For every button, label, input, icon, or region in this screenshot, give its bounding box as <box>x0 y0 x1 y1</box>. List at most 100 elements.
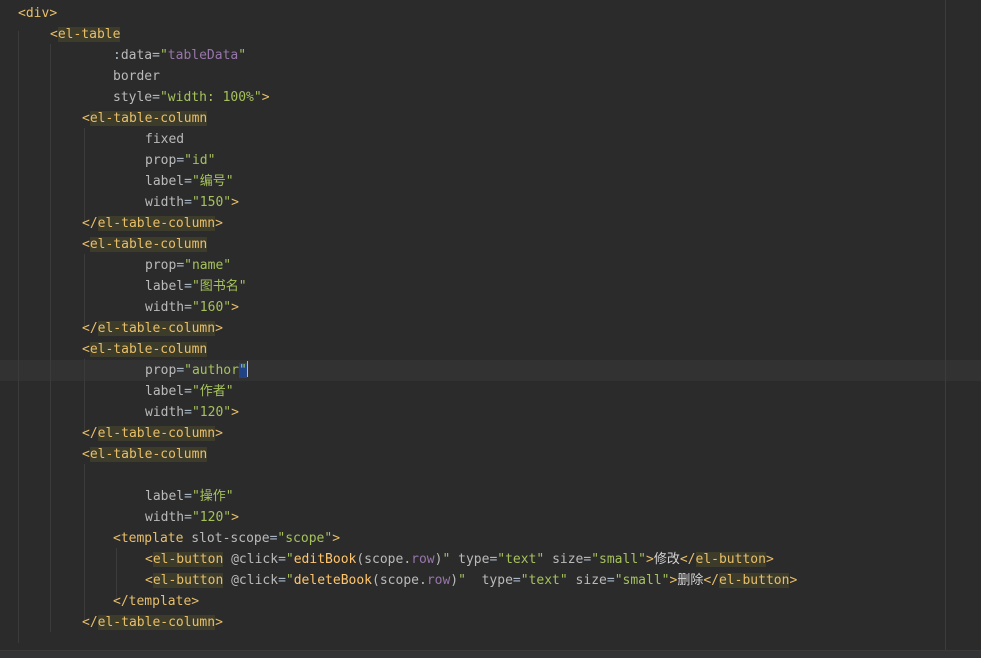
code-token: slot-scope <box>191 531 270 546</box>
code-token: @click <box>231 552 279 567</box>
code-token: </ <box>82 615 98 630</box>
code-line[interactable]: fixed <box>145 129 184 150</box>
code-line[interactable]: </el-table-column> <box>82 612 223 633</box>
code-line[interactable]: prop="id" <box>145 150 215 171</box>
code-token: "id" <box>184 153 216 168</box>
code-line[interactable]: width="120"> <box>145 507 239 528</box>
code-token: = <box>184 300 192 315</box>
code-token: row <box>426 573 451 588</box>
code-token: " <box>285 573 294 588</box>
code-token: el-button <box>152 573 224 588</box>
code-token: "图书名" <box>191 279 247 294</box>
code-token: "small" <box>591 552 646 567</box>
code-token: "120" <box>191 405 232 420</box>
code-token: template <box>128 594 192 609</box>
code-token: = <box>184 279 192 294</box>
code-token: " <box>238 48 247 63</box>
code-token: type <box>458 552 490 567</box>
indent-guide <box>18 31 19 643</box>
code-token: = <box>184 195 192 210</box>
code-line[interactable]: <el-table <box>50 24 121 45</box>
code-token: > <box>215 321 223 336</box>
code-token: border <box>113 69 160 84</box>
code-token: = <box>176 153 185 168</box>
code-line[interactable]: </el-table-column> <box>82 423 223 444</box>
code-token: > <box>215 615 223 630</box>
code-token: size <box>575 573 607 588</box>
code-line[interactable]: </el-table-column> <box>82 318 223 339</box>
code-token: @click <box>231 573 279 588</box>
code-line[interactable]: <div> <box>18 3 57 24</box>
code-line[interactable]: label="作者" <box>145 381 234 402</box>
code-token: = <box>184 489 192 504</box>
code-token: deleteBook <box>293 573 373 588</box>
code-token: = <box>184 384 192 399</box>
code-token: " <box>458 573 466 588</box>
code-token: > <box>231 300 239 315</box>
code-line[interactable]: <el-button @click="deleteBook(scope.row)… <box>145 570 797 591</box>
code-line[interactable]: <el-table-column <box>82 108 208 129</box>
code-token: = <box>184 174 192 189</box>
code-token: "160" <box>191 300 232 315</box>
horizontal-scrollbar[interactable] <box>0 650 981 658</box>
code-line[interactable]: prop="author" <box>145 360 248 381</box>
code-token: "name" <box>184 258 232 273</box>
code-line[interactable]: style="width: 100%"> <box>113 87 270 108</box>
code-token: "width: 100%" <box>159 90 262 105</box>
code-token: : <box>113 48 121 63</box>
code-line[interactable]: <el-table-column <box>82 339 208 360</box>
code-line[interactable]: <el-button @click="editBook(scope.row)" … <box>145 549 774 570</box>
code-line[interactable]: label="编号" <box>145 171 234 192</box>
code-token: = <box>512 573 521 588</box>
code-token: < <box>82 111 90 126</box>
code-token: > <box>215 426 223 441</box>
code-token: > <box>231 405 239 420</box>
code-token: label <box>145 489 185 504</box>
code-token: el-table-column <box>89 342 208 357</box>
code-editor[interactable]: <div> <el-table:data="tableData" border sty… <box>0 0 981 658</box>
code-line[interactable]: width="160"> <box>145 297 239 318</box>
code-token: type <box>481 573 513 588</box>
code-token: > <box>231 510 239 525</box>
code-token: = <box>152 48 160 63</box>
right-margin-guide <box>945 0 946 650</box>
code-line[interactable]: :data="tableData" <box>113 45 246 66</box>
code-line[interactable]: <template slot-scope="scope"> <box>113 528 340 549</box>
code-line[interactable]: border <box>113 66 160 87</box>
code-token: </ <box>113 594 129 609</box>
code-token: width <box>145 405 185 420</box>
code-token: " <box>159 48 168 63</box>
code-token: < <box>145 573 153 588</box>
code-token: = <box>278 573 286 588</box>
code-token: label <box>145 279 185 294</box>
code-line[interactable]: <el-table-column <box>82 234 208 255</box>
code-token: </ <box>82 321 98 336</box>
code-token: data <box>120 48 153 63</box>
code-line[interactable]: </template> <box>113 591 199 612</box>
code-token: ) <box>450 573 459 588</box>
code-line[interactable]: </el-table-column> <box>82 213 223 234</box>
code-token: < <box>82 237 90 252</box>
code-line[interactable]: width="150"> <box>145 192 239 213</box>
code-token: el-table-column <box>89 111 208 126</box>
code-line[interactable]: label="操作" <box>145 486 234 507</box>
code-line[interactable]: <el-table-column <box>82 444 208 465</box>
code-token: < <box>18 6 26 21</box>
code-token: < <box>145 552 153 567</box>
code-token: > <box>261 90 270 105</box>
indent-guide <box>84 359 85 433</box>
code-token: < <box>82 342 90 357</box>
code-line[interactable]: prop="name" <box>145 255 231 276</box>
code-token: = <box>176 258 185 273</box>
code-token: label <box>145 384 185 399</box>
indent-guide <box>84 128 85 223</box>
code-token: < <box>82 447 90 462</box>
code-line[interactable]: label="图书名" <box>145 276 247 297</box>
code-token: el-button <box>152 552 224 567</box>
code-token: el-button <box>718 573 790 588</box>
code-token: = <box>184 405 192 420</box>
code-line[interactable]: width="120"> <box>145 402 239 423</box>
